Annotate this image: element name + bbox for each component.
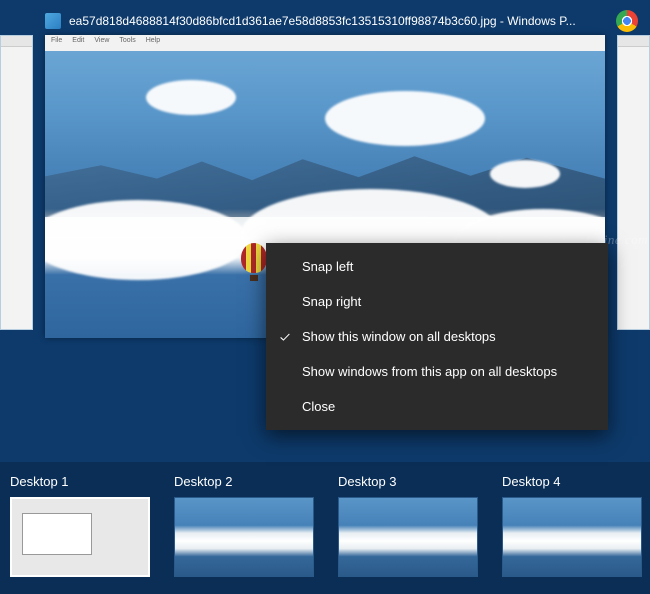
- hot-air-balloon: [241, 243, 267, 281]
- desktop-2[interactable]: Desktop 2: [174, 474, 314, 584]
- cloud-shape: [146, 80, 236, 115]
- window-title-bar: ea57d818d4688814f30d86bfcd1d361ae7e58d88…: [45, 10, 605, 32]
- desktop-thumbnail: [174, 497, 314, 577]
- desktop-thumbnail: [502, 497, 642, 577]
- menu-help[interactable]: Help: [146, 37, 160, 49]
- cloud-shape: [45, 200, 248, 280]
- desktop-4[interactable]: Desktop 4: [502, 474, 642, 584]
- virtual-desktops-strip: Desktop 1 Desktop 2 Desktop 3 Desktop 4: [0, 462, 650, 594]
- app-icon: [45, 13, 61, 29]
- menu-snap-left[interactable]: Snap left: [266, 249, 608, 284]
- side-window-left[interactable]: [0, 35, 33, 330]
- context-menu: Snap left Snap right Show this window on…: [266, 243, 608, 430]
- menu-item-label: Snap right: [302, 294, 361, 309]
- menu-item-label: Show this window on all desktops: [302, 329, 496, 344]
- cloud-shape: [490, 160, 560, 188]
- side-window-right[interactable]: [617, 35, 650, 330]
- menu-item-label: Snap left: [302, 259, 353, 274]
- desktop-1[interactable]: Desktop 1: [10, 474, 150, 584]
- menu-file[interactable]: File: [51, 37, 62, 49]
- desktop-label: Desktop 3: [338, 474, 478, 489]
- desktop-3[interactable]: Desktop 3: [338, 474, 478, 584]
- desktop-label: Desktop 1: [10, 474, 150, 489]
- window-title: ea57d818d4688814f30d86bfcd1d361ae7e58d88…: [69, 14, 576, 28]
- menu-tools[interactable]: Tools: [119, 37, 135, 49]
- task-view-main: ea57d818d4688814f30d86bfcd1d361ae7e58d88…: [0, 0, 650, 462]
- menu-close[interactable]: Close: [266, 389, 608, 424]
- menu-snap-right[interactable]: Snap right: [266, 284, 608, 319]
- desktop-thumbnail: [10, 497, 150, 577]
- menu-item-label: Show windows from this app on all deskto…: [302, 364, 557, 379]
- menu-item-label: Close: [302, 399, 335, 414]
- desktop-label: Desktop 2: [174, 474, 314, 489]
- desktop-label: Desktop 4: [502, 474, 642, 489]
- cloud-shape: [325, 91, 485, 146]
- desktop-thumbnail: [338, 497, 478, 577]
- menu-show-app-all-desktops[interactable]: Show windows from this app on all deskto…: [266, 354, 608, 389]
- menu-view[interactable]: View: [94, 37, 109, 49]
- menu-edit[interactable]: Edit: [72, 37, 84, 49]
- menu-show-window-all-desktops[interactable]: Show this window on all desktops: [266, 319, 608, 354]
- chrome-icon[interactable]: [616, 10, 638, 32]
- app-menubar: File Edit View Tools Help: [45, 35, 605, 51]
- check-icon: [278, 330, 292, 344]
